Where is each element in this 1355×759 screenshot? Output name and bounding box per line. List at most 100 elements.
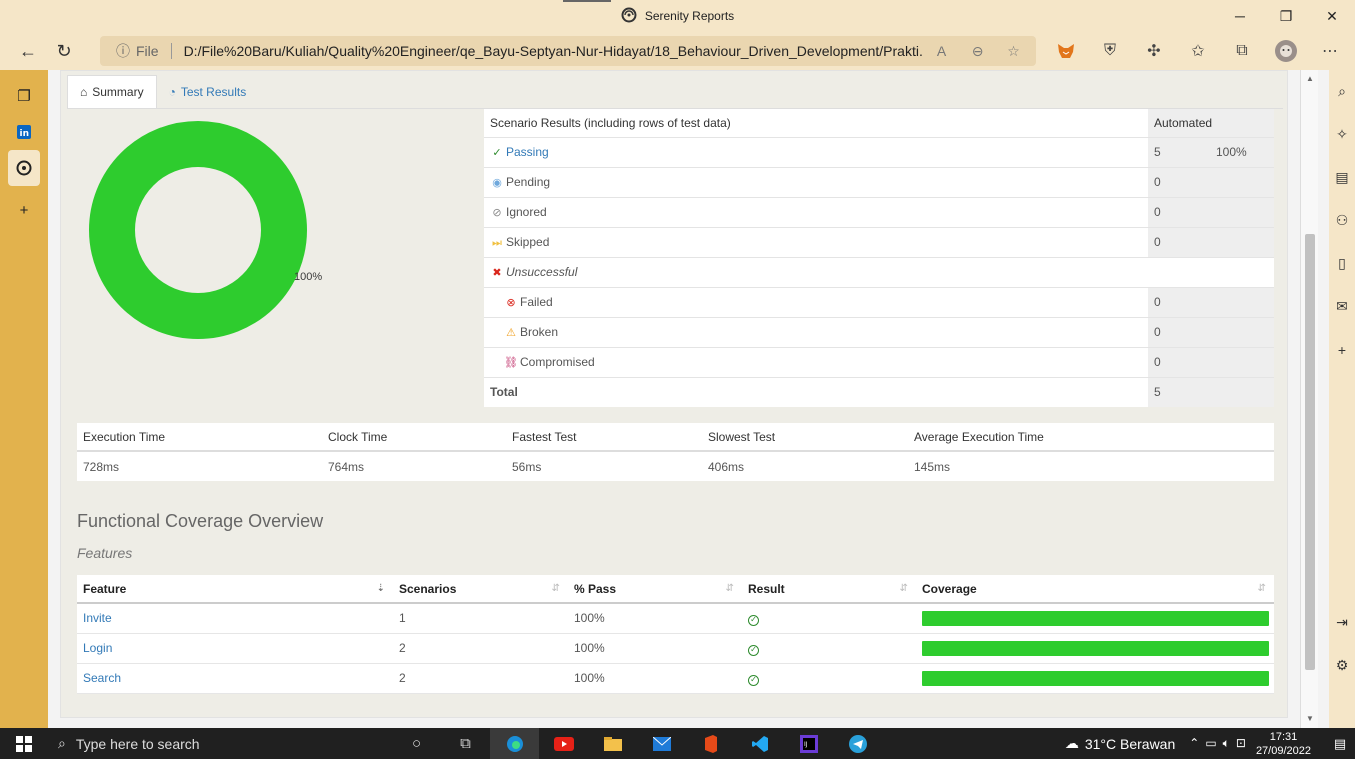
favorites-icon[interactable]: ✩: [1176, 32, 1220, 70]
donut-pass-slice[interactable]: [89, 121, 307, 339]
passing-link[interactable]: Passing: [506, 145, 549, 159]
left-sidebar: ❐ in +: [0, 70, 48, 728]
cortana-icon[interactable]: ○: [392, 728, 441, 759]
scroll-down-arrow-icon[interactable]: ▼: [1301, 712, 1319, 726]
scenario-results-table: Scenario Results (including rows of test…: [484, 109, 1274, 407]
scroll-up-arrow-icon[interactable]: ▲: [1301, 72, 1319, 86]
col-coverage[interactable]: Coverage ⇵: [916, 575, 1274, 604]
table-row: Login 2 100% ✓: [77, 633, 1274, 664]
report-panel: ⌂ Summary ◔ Test Results 100% Scenario R…: [60, 70, 1288, 718]
ignored-count: 0: [1148, 197, 1274, 228]
mail-icon[interactable]: [637, 728, 686, 759]
scroll-thumb[interactable]: [1305, 234, 1315, 670]
tab-summary[interactable]: ⌂ Summary: [67, 75, 157, 109]
settings-gear-icon[interactable]: ⚙: [1329, 644, 1355, 687]
feature-link-login[interactable]: Login: [83, 641, 112, 655]
vscode-icon[interactable]: [735, 728, 784, 759]
intellij-icon[interactable]: IJ: [784, 728, 833, 759]
tools-icon[interactable]: ▤: [1329, 156, 1355, 199]
add-sidebar-icon[interactable]: +: [1329, 328, 1355, 371]
results-row-unsuccessful: ✖ Unsuccessful: [484, 257, 1274, 288]
pass-percent: 100%: [568, 603, 742, 634]
exec-value-slowest: 406ms: [708, 459, 745, 474]
compromised-label: Compromised: [520, 355, 595, 369]
results-header-row: Scenario Results (including rows of test…: [484, 109, 1274, 138]
back-arrow-icon[interactable]: ←: [10, 33, 46, 69]
outlook-icon[interactable]: ✉: [1329, 285, 1355, 328]
tab-actions-icon[interactable]: ❐: [0, 78, 48, 114]
search-icon: ⌕: [58, 735, 66, 751]
tab-test-results[interactable]: ◔ Test Results: [157, 75, 259, 109]
read-aloud-icon[interactable]: A: [924, 43, 960, 59]
address-separator: [170, 43, 172, 59]
serenity-tab-icon[interactable]: [8, 150, 40, 186]
office-icon[interactable]: ▯: [1329, 242, 1355, 285]
clock-time: 17:31: [1269, 730, 1298, 743]
col-pass[interactable]: % Pass ⇵: [568, 575, 742, 604]
features-subtitle: Features: [77, 545, 133, 561]
maximize-button[interactable]: ❐: [1263, 0, 1309, 32]
sort-icon[interactable]: ⇵: [1258, 583, 1266, 594]
chevron-up-icon[interactable]: ⌃: [1189, 736, 1199, 751]
col-result[interactable]: Result ⇵: [742, 575, 916, 604]
exec-value-average: 145ms: [914, 459, 951, 474]
weather-widget[interactable]: ☁ 31°C Berawan: [1065, 735, 1175, 752]
hide-sidebar-icon[interactable]: ⇥: [1329, 601, 1355, 644]
refresh-icon[interactable]: ↻: [46, 33, 82, 69]
shopping-icon[interactable]: ✧: [1329, 113, 1355, 156]
sort-icon[interactable]: ⇵: [900, 583, 908, 594]
linkedin-icon[interactable]: in: [0, 114, 48, 150]
col-scenarios[interactable]: Scenarios ⇵: [393, 575, 568, 604]
minimize-button[interactable]: ─: [1217, 0, 1263, 32]
task-view-icon[interactable]: ⧉: [441, 728, 490, 759]
tab-test-results-label: Test Results: [180, 85, 247, 99]
collections-icon[interactable]: ⧉: [1220, 32, 1264, 70]
notification-icon[interactable]: ▤: [1325, 736, 1355, 752]
profile-avatar[interactable]: [1264, 32, 1308, 70]
metamask-extension-icon[interactable]: [1044, 32, 1088, 70]
broken-label: Broken: [520, 325, 559, 339]
coverage-bar: [922, 640, 1269, 656]
total-label: Total: [490, 385, 518, 400]
feature-link-search[interactable]: Search: [83, 671, 121, 685]
taskbar-clock[interactable]: 17:31 27/09/2022: [1256, 730, 1311, 758]
results-row-ignored: ⊘ Ignored 0: [484, 197, 1274, 228]
volume-icon[interactable]: 🔈︎: [1223, 736, 1230, 751]
extensions-icon[interactable]: ✣: [1132, 32, 1176, 70]
page-scrollbar[interactable]: ▲ ▼: [1300, 70, 1318, 728]
telegram-icon[interactable]: [833, 728, 882, 759]
office-app-icon[interactable]: [686, 728, 735, 759]
info-icon[interactable]: ⓘ: [116, 41, 130, 61]
taskbar-search[interactable]: ⌕ Type here to search: [48, 728, 392, 759]
address-bar[interactable]: ⓘ File D:/File%20Baru/Kuliah/Quality%20E…: [100, 36, 1036, 66]
shield-extension-icon[interactable]: ⛨: [1088, 32, 1132, 70]
feature-link-invite[interactable]: Invite: [83, 611, 112, 625]
taskbar-search-placeholder[interactable]: Type here to search: [76, 736, 200, 752]
battery-icon[interactable]: ▭: [1205, 736, 1216, 751]
ignored-icon: ⊘: [492, 207, 502, 219]
search-icon[interactable]: ⌕: [1329, 70, 1355, 113]
sort-asc-icon[interactable]: ⇣: [377, 583, 385, 594]
results-row-total: Total 5: [484, 377, 1274, 407]
exec-header-clock: Clock Time: [322, 423, 506, 452]
add-favorite-icon[interactable]: ☆: [996, 43, 1032, 60]
results-donut-chart: 100%: [89, 121, 322, 339]
results-row-pending: ◉ Pending 0: [484, 167, 1274, 198]
passing-icon: ✓: [492, 147, 502, 159]
youtube-icon[interactable]: [539, 728, 588, 759]
people-icon[interactable]: ⚇: [1329, 199, 1355, 242]
sort-icon[interactable]: ⇵: [552, 583, 560, 594]
url-text[interactable]: D:/File%20Baru/Kuliah/Quality%20Engineer…: [184, 43, 924, 59]
zoom-out-icon[interactable]: ⊖: [960, 43, 996, 60]
more-menu-icon[interactable]: ⋯: [1308, 32, 1352, 70]
edge-browser-icon[interactable]: [490, 728, 539, 759]
results-row-broken: ⚠ Broken 0: [484, 317, 1274, 348]
network-icon[interactable]: ⊡: [1236, 736, 1246, 751]
execution-time-table: Execution Time Clock Time Fastest Test S…: [77, 423, 1274, 481]
add-tab-icon[interactable]: +: [0, 192, 48, 228]
windows-start-icon[interactable]: [0, 728, 48, 759]
close-button[interactable]: ✕: [1309, 0, 1355, 32]
file-explorer-icon[interactable]: [588, 728, 637, 759]
sort-icon[interactable]: ⇵: [726, 583, 734, 594]
col-feature[interactable]: Feature ⇣: [77, 575, 393, 604]
